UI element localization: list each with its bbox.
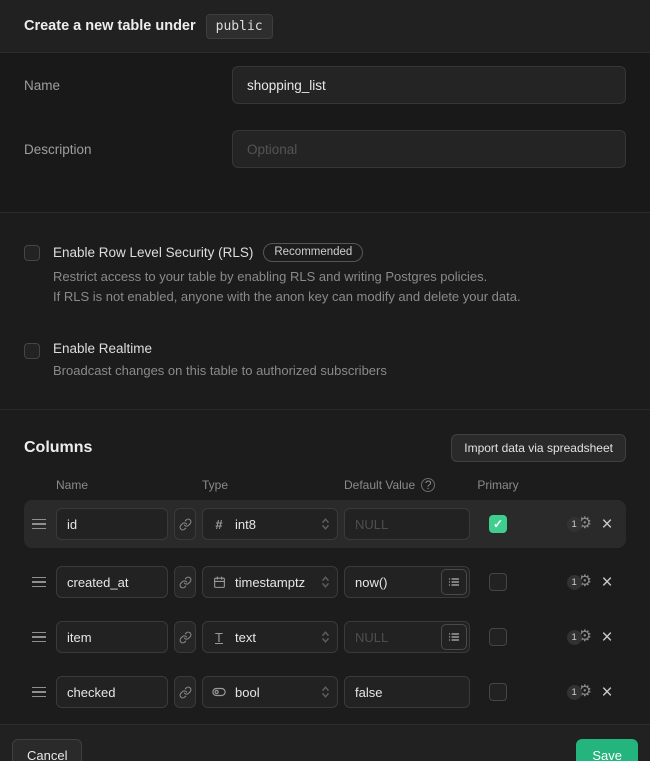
column-type-select[interactable]: T text — [202, 621, 338, 653]
hash-icon: # — [212, 517, 226, 532]
column-settings-button[interactable]: 1 ⚙ — [556, 684, 592, 700]
foreign-key-link-icon[interactable] — [174, 508, 196, 540]
column-default-input[interactable] — [344, 676, 470, 708]
recommended-badge: Recommended — [263, 243, 363, 262]
list-icon — [448, 631, 460, 643]
column-header-default: Default Value — [344, 478, 415, 492]
table-name-input[interactable] — [232, 66, 626, 104]
settings-count-badge: 1 — [567, 630, 582, 645]
name-label: Name — [24, 78, 232, 93]
column-name-input[interactable] — [56, 508, 168, 540]
column-row-created-at: timestamptz 1 ⚙ × — [24, 559, 626, 605]
column-header-type: Type — [202, 478, 338, 492]
chevron-updown-icon — [321, 575, 330, 589]
columns-header-row: Name Type Default Value ? Primary — [24, 478, 626, 492]
column-type-value: bool — [235, 685, 312, 700]
columns-section: Columns Import data via spreadsheet Name… — [0, 410, 650, 724]
foreign-key-link-icon[interactable] — [174, 621, 196, 653]
primary-checkbox[interactable]: ✓ — [489, 515, 507, 533]
realtime-label: Enable Realtime — [53, 341, 152, 356]
column-row-checked: bool 1 ⚙ × — [24, 669, 626, 715]
chevron-updown-icon — [321, 630, 330, 644]
remove-column-button[interactable]: × — [598, 573, 616, 592]
toggle-icon — [212, 685, 226, 699]
settings-count-badge: 1 — [567, 575, 582, 590]
default-value-picker-button[interactable] — [441, 569, 467, 595]
column-row-id: # int8 ✓ 1 ⚙ × — [24, 500, 626, 548]
settings-count-badge: 1 — [567, 517, 582, 532]
column-settings-button[interactable]: 1 ⚙ — [556, 516, 592, 532]
calendar-icon — [212, 576, 226, 589]
primary-checkbox[interactable] — [489, 683, 507, 701]
remove-column-button[interactable]: × — [598, 628, 616, 647]
rls-description-line2: If RLS is not enabled, anyone with the a… — [53, 289, 521, 304]
column-type-value: timestamptz — [235, 575, 312, 590]
column-name-input[interactable] — [56, 566, 168, 598]
schema-badge: public — [206, 14, 273, 39]
column-type-value: int8 — [235, 517, 312, 532]
column-type-select[interactable]: # int8 — [202, 508, 338, 540]
dialog-header: Create a new table under public — [0, 0, 650, 53]
column-name-input[interactable] — [56, 676, 168, 708]
column-row-item: T text 1 ⚙ × — [24, 614, 626, 660]
table-options-section: Enable Row Level Security (RLS) Recommen… — [0, 213, 650, 410]
columns-title: Columns — [24, 439, 92, 457]
column-type-select[interactable]: timestamptz — [202, 566, 338, 598]
settings-count-badge: 1 — [567, 685, 582, 700]
drag-handle-icon[interactable] — [32, 628, 50, 647]
text-icon: T — [212, 630, 226, 645]
foreign-key-link-icon[interactable] — [174, 566, 196, 598]
column-type-value: text — [235, 630, 312, 645]
dialog-footer: Cancel Save — [0, 724, 650, 761]
rls-option: Enable Row Level Security (RLS) Recommen… — [24, 243, 626, 307]
column-header-name: Name — [56, 478, 168, 492]
dialog-title: Create a new table under — [24, 18, 196, 34]
column-name-input[interactable] — [56, 621, 168, 653]
rls-description: Restrict access to your table by enablin… — [53, 267, 626, 307]
help-icon[interactable]: ? — [421, 478, 435, 492]
drag-handle-icon[interactable] — [32, 515, 50, 534]
remove-column-button[interactable]: × — [598, 683, 616, 702]
create-table-dialog: Create a new table under public Name Des… — [0, 0, 650, 761]
column-default-input — [344, 508, 470, 540]
remove-column-button[interactable]: × — [598, 515, 616, 534]
list-icon — [448, 576, 460, 588]
column-settings-button[interactable]: 1 ⚙ — [556, 629, 592, 645]
rls-checkbox[interactable] — [24, 245, 40, 261]
primary-checkbox[interactable] — [489, 573, 507, 591]
table-properties-section: Name Description — [0, 53, 650, 213]
column-type-select[interactable]: bool — [202, 676, 338, 708]
column-header-primary: Primary — [476, 478, 520, 492]
realtime-description: Broadcast changes on this table to autho… — [53, 361, 626, 381]
realtime-option: Enable Realtime Broadcast changes on thi… — [24, 341, 626, 381]
drag-handle-icon[interactable] — [32, 683, 50, 702]
chevron-updown-icon — [321, 685, 330, 699]
rls-label: Enable Row Level Security (RLS) — [53, 245, 253, 260]
description-label: Description — [24, 142, 232, 157]
foreign-key-link-icon[interactable] — [174, 676, 196, 708]
default-value-picker-button[interactable] — [441, 624, 467, 650]
save-button[interactable]: Save — [576, 739, 638, 761]
realtime-checkbox[interactable] — [24, 343, 40, 359]
drag-handle-icon[interactable] — [32, 573, 50, 592]
cancel-button[interactable]: Cancel — [12, 739, 82, 761]
import-spreadsheet-button[interactable]: Import data via spreadsheet — [451, 434, 626, 462]
column-settings-button[interactable]: 1 ⚙ — [556, 574, 592, 590]
chevron-updown-icon — [321, 517, 330, 531]
rls-description-line1: Restrict access to your table by enablin… — [53, 269, 487, 284]
primary-checkbox[interactable] — [489, 628, 507, 646]
table-description-input[interactable] — [232, 130, 626, 168]
